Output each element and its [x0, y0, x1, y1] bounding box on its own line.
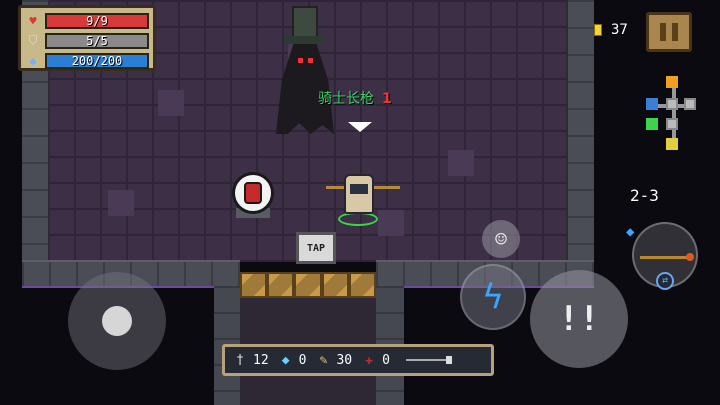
pause-icon	[660, 23, 666, 41]
status-panel: ♥ 9/9 ⛉ 5/5 ◆ 200/200	[18, 5, 156, 71]
swap-weapon-icon[interactable]: ⇄	[656, 272, 674, 290]
spike-block	[348, 272, 377, 298]
spike-block	[294, 272, 322, 298]
tap-sign[interactable]: TAP	[296, 232, 336, 264]
skill-button[interactable]: ϟ	[460, 264, 526, 330]
minimap-room-shop	[666, 76, 678, 88]
cross-icon: ✚	[365, 352, 374, 368]
emote-button[interactable]: ☺	[482, 220, 520, 258]
armor-text: 5/5	[86, 33, 108, 48]
material-gem: ◆ 0	[279, 353, 307, 368]
player-visor	[350, 184, 368, 194]
material-feather: ✎ 30	[316, 352, 353, 368]
weapon-name: 骑士长枪	[318, 91, 374, 107]
minimap-room-portal	[646, 98, 658, 110]
heart-icon: ♥	[29, 13, 37, 28]
weapon-pickup-label: 骑士长枪 1	[318, 88, 392, 108]
weapon-level: 1	[382, 91, 392, 107]
energy-bar: 200/200	[45, 52, 149, 69]
movement-joystick[interactable]	[68, 272, 166, 370]
health-potion-pickup[interactable]	[232, 172, 274, 218]
sword-count: 12	[253, 352, 269, 368]
boss-hat	[292, 6, 318, 38]
minimap-room-current	[646, 118, 658, 130]
energy-text: 200/200	[71, 53, 123, 68]
attack-button[interactable]: !!	[530, 270, 628, 368]
materials-bar: † 12 ◆ 0 ✎ 30 ✚ 0	[222, 344, 494, 376]
staff-tip-icon	[686, 253, 694, 261]
smiley-icon: ☺	[494, 227, 508, 251]
material-cross: ✚ 0	[362, 353, 390, 368]
energy-cost-icon: ◆	[626, 224, 635, 240]
boss-eye	[298, 58, 303, 63]
health-bar: 9/9	[45, 12, 149, 29]
staff-weapon-icon	[640, 256, 690, 259]
sword-icon: †	[236, 352, 244, 368]
minimap-room	[666, 118, 678, 130]
feather-icon: ✎	[319, 352, 328, 368]
spike-block	[321, 272, 349, 298]
gem-icon: ◆	[281, 352, 290, 368]
pause-icon	[672, 23, 678, 41]
cross-count: 0	[382, 352, 390, 368]
feather-count: 30	[336, 352, 353, 368]
pickup-pointer-icon	[348, 122, 372, 132]
gem-count: 0	[298, 352, 307, 368]
player-knight	[326, 168, 400, 230]
minimap-corridor	[672, 88, 676, 138]
armor-row: ⛉ 5/5	[25, 31, 149, 50]
minimap-room	[684, 98, 696, 110]
red-potion-icon	[244, 182, 262, 204]
joystick-knob[interactable]	[102, 306, 132, 336]
health-text: 9/9	[86, 13, 108, 28]
coin-value: 37	[611, 22, 628, 38]
attack-icon: !!	[558, 299, 600, 339]
door-spikes	[240, 272, 377, 298]
health-row: ♥ 9/9	[25, 11, 149, 30]
lightning-icon: ϟ	[482, 277, 504, 317]
floor-level: 2-3	[630, 186, 659, 205]
material-sword: † 12	[233, 353, 269, 368]
boss-eye	[308, 58, 313, 63]
minimap-room	[666, 98, 678, 110]
player-body	[344, 174, 374, 214]
spike-block	[240, 272, 268, 298]
energy-row: ◆ 200/200	[25, 51, 149, 70]
staff-material-icon	[405, 356, 452, 364]
minimap-room-boss	[666, 138, 678, 150]
energy-crystal-icon: ◆	[29, 53, 37, 68]
armor-bar: 5/5	[45, 32, 149, 49]
coin-counter: 37	[594, 22, 628, 38]
player-selection-ring	[338, 212, 378, 226]
spike-block	[267, 272, 295, 298]
minimap[interactable]	[640, 74, 700, 154]
coin-icon	[594, 24, 602, 36]
wall-right	[566, 0, 594, 284]
boss-grand-wizard	[270, 6, 340, 134]
boss-hat-brim	[284, 36, 326, 44]
shield-icon: ⛉	[28, 33, 38, 47]
pause-button[interactable]	[646, 12, 692, 52]
